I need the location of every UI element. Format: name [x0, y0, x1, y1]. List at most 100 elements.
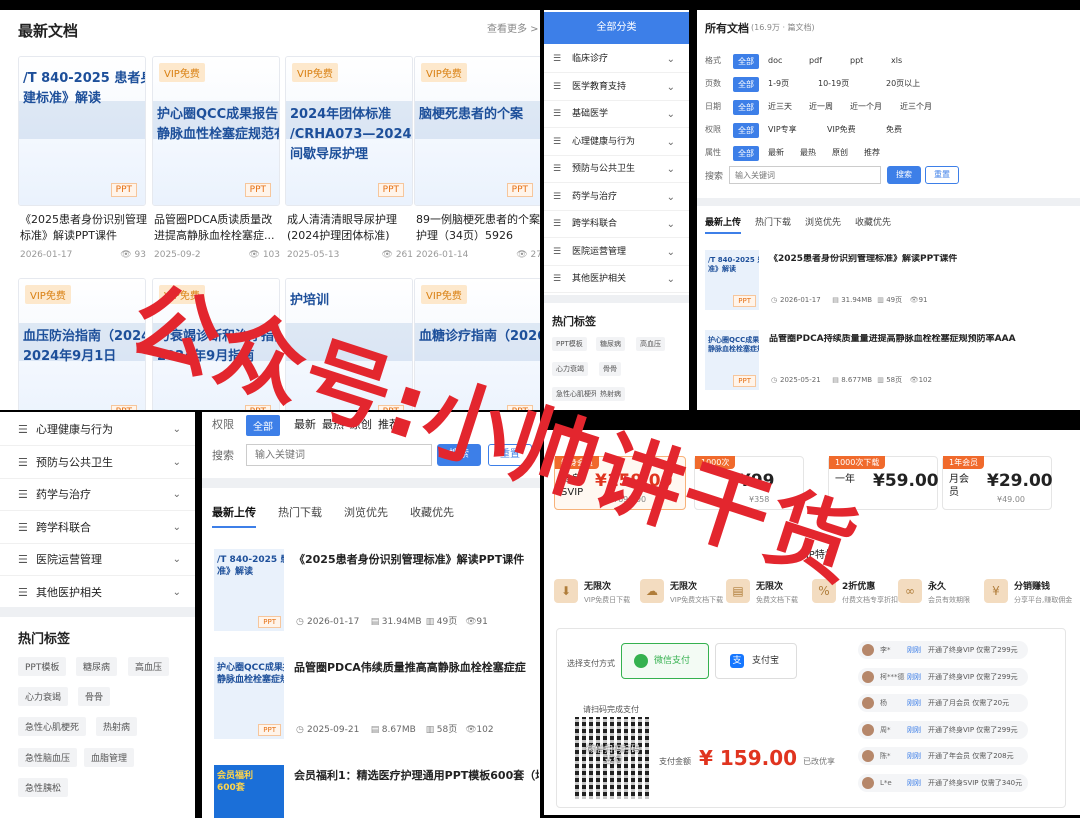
- file-size-icon: ▤: [832, 376, 839, 384]
- qr-code[interactable]: 微信扫码扫码 支付: [575, 717, 651, 799]
- doc-views: 102: [918, 376, 932, 384]
- file-size-icon: ▤: [832, 296, 839, 304]
- filter-option[interactable]: VIP专享: [768, 125, 797, 135]
- purchase-feed-item: L*e 刚刚 开通了终身SVIP 仅需了340元: [858, 773, 1028, 792]
- filter-option[interactable]: 全部: [733, 100, 759, 115]
- filter-option[interactable]: 原创: [832, 148, 848, 158]
- hot-tag[interactable]: 高血压: [636, 337, 665, 351]
- reset-button[interactable]: 重置: [925, 166, 959, 184]
- category-item[interactable]: ☰ 医院运营管理 ⌄: [544, 239, 689, 266]
- doc-card-title[interactable]: 89一例脑梗死患者的个案护理（34页）5926: [416, 212, 540, 244]
- hot-tag[interactable]: 热射病: [96, 717, 138, 736]
- category-item[interactable]: ☰ 其他医护相关 ⌄: [544, 266, 689, 293]
- doc-card[interactable]: 脑梗死患者的个案 VIP免费 PPT: [414, 56, 540, 206]
- filter-option[interactable]: 10-19页: [818, 79, 849, 89]
- category-item[interactable]: ☰ 基础医学 ⌄: [544, 101, 689, 128]
- filter-option[interactable]: xls: [891, 56, 902, 66]
- category-label: 其他医护相关: [572, 274, 627, 284]
- doc-card[interactable]: /T 840-2025 患者身 建标准》解读 PPT: [18, 56, 146, 206]
- search-button[interactable]: 搜索: [887, 166, 921, 184]
- filter-option[interactable]: 最新: [768, 148, 784, 158]
- category-item[interactable]: ☰ 医院运营管理 ⌄: [0, 544, 195, 576]
- filter-option[interactable]: 近一个月: [850, 102, 882, 112]
- category-item[interactable]: ☰ 跨学科联合 ⌄: [0, 512, 195, 544]
- hot-tag[interactable]: 血脂管理: [84, 748, 135, 767]
- category-item[interactable]: ☰ 药学与治疗 ⌄: [544, 184, 689, 211]
- tab-0[interactable]: 最新上传: [212, 504, 256, 520]
- filter-option[interactable]: doc: [768, 56, 782, 66]
- category-item[interactable]: ☰ 预防与公共卫生 ⌄: [544, 156, 689, 183]
- doc-card-title[interactable]: 成人清清清眼导尿护理(2024护理团体标准): [287, 212, 415, 244]
- doc-size: 8.677MB: [841, 376, 873, 384]
- doc-title[interactable]: 《2025患者身份识别管理标准》解读PPT课件: [294, 553, 524, 566]
- thumb-text: /T 840-2025 患者身 建标准》解读: [23, 71, 145, 106]
- filter-option[interactable]: 全部: [733, 146, 759, 161]
- filter-option[interactable]: 最热: [800, 148, 816, 158]
- category-item[interactable]: ☰ 心理健康与行为 ⌄: [544, 129, 689, 156]
- doc-card-title[interactable]: 《2025患者身份识别管理标准》解读PPT课件: [20, 212, 148, 244]
- hot-tag[interactable]: 糖尿病: [596, 337, 625, 351]
- category-item[interactable]: ☰ 跨学科联合 ⌄: [544, 211, 689, 238]
- hot-tag[interactable]: 骨骨: [78, 687, 111, 706]
- hot-tag[interactable]: 心力衰竭: [552, 362, 588, 376]
- filter-option[interactable]: pdf: [809, 56, 822, 66]
- category-item[interactable]: ☰ 药学与治疗 ⌄: [0, 479, 195, 511]
- hot-tag[interactable]: 骨骨: [599, 362, 621, 376]
- tab-2[interactable]: 浏览优先: [805, 215, 841, 228]
- hot-tag[interactable]: PPT模板: [18, 657, 67, 676]
- tab-1[interactable]: 热门下载: [278, 504, 322, 520]
- hot-tag[interactable]: 急性心肌梗死: [18, 717, 87, 736]
- doc-thumbnail[interactable]: 会员福利 600套: [214, 765, 284, 818]
- filter-option[interactable]: 近三个月: [900, 102, 932, 112]
- category-item[interactable]: ☰ 医学教育支持 ⌄: [544, 74, 689, 101]
- filter-option[interactable]: 全部: [733, 77, 759, 92]
- category-label: 预防与公共卫生: [36, 455, 113, 469]
- doc-thumbnail[interactable]: /T 840-2025 患者身 准》解读 PPT: [214, 549, 284, 631]
- filter-option[interactable]: 近一周: [809, 102, 833, 112]
- doc-thumbnail[interactable]: 护心圈QCC成果报告 静脉血栓栓塞症规范有 PPT: [214, 657, 284, 739]
- search-input[interactable]: [729, 166, 881, 184]
- doc-title[interactable]: 品管圈PDCA持续质量量进提高静脉血栓栓塞症规预防率AAA: [769, 334, 1016, 345]
- doc-card[interactable]: 护心圈QCC成果报告 静脉血性栓塞症规范有 VIP免费 PPT: [152, 56, 280, 206]
- filter-option[interactable]: ppt: [850, 56, 863, 66]
- tab-2[interactable]: 浏览优先: [344, 504, 388, 520]
- doc-title[interactable]: 《2025患者身份识别管理标准》解读PPT课件: [769, 254, 957, 265]
- tab-1[interactable]: 热门下载: [755, 215, 791, 228]
- chevron-down-icon: ⌄: [172, 554, 181, 565]
- hot-tag[interactable]: 糖尿病: [76, 657, 118, 676]
- filter-option[interactable]: VIP免费: [827, 125, 856, 135]
- category-item[interactable]: ☰ 其他医护相关 ⌄: [0, 577, 195, 609]
- hot-tag[interactable]: PPT模板: [552, 337, 587, 351]
- alipay-button[interactable]: 支 支付宝: [715, 643, 797, 679]
- doc-title[interactable]: 品管圈PDCA伟续质量推高高静脉血栓栓塞症症: [294, 661, 526, 674]
- category-item[interactable]: ☰ 预防与公共卫生 ⌄: [0, 447, 195, 479]
- category-label: 跨学科联合: [36, 520, 91, 534]
- doc-card[interactable]: 2024年团体标准 /CRHA073—2024 间歇导尿护理 VIP免费 PPT: [285, 56, 413, 206]
- hot-tag[interactable]: 高血压: [128, 657, 170, 676]
- filter-option[interactable]: 免费: [886, 125, 902, 135]
- doc-title[interactable]: 会员福利1：精选医疗护理通用PPT模板600套（均带: [294, 769, 539, 782]
- hot-tag[interactable]: 急性胰松: [18, 778, 69, 797]
- tab-0[interactable]: 最新上传: [705, 215, 741, 228]
- filter-option[interactable]: 全部: [733, 54, 759, 69]
- all-categories-header[interactable]: 全部分类: [544, 12, 689, 44]
- tab-3[interactable]: 收藏优先: [855, 215, 891, 228]
- hot-tag[interactable]: 心力衰竭: [18, 687, 69, 706]
- category-label: 医院运营管理: [36, 553, 102, 566]
- filter-option[interactable]: 20页以上: [886, 79, 920, 89]
- category-item[interactable]: ☰ 心理健康与行为 ⌄: [0, 414, 195, 446]
- alipay-label: 支付宝: [752, 656, 780, 666]
- hot-tag[interactable]: 急性脑血压: [18, 748, 78, 767]
- tab-3[interactable]: 收藏优先: [410, 504, 454, 520]
- filter-option[interactable]: 近三天: [768, 102, 792, 112]
- filter-option[interactable]: 1-9页: [768, 79, 789, 89]
- category-item[interactable]: ☰ 临床诊疗 ⌄: [544, 46, 689, 73]
- filter-option[interactable]: 推荐: [864, 148, 880, 158]
- wechat-pay-button[interactable]: 微信支付: [621, 643, 709, 679]
- doc-card-title[interactable]: 品管圈PDCA质读质量改进提高静脉血栓栓塞症...: [154, 212, 282, 244]
- doc-thumbnail[interactable]: 护心圈QCC成果报告 静脉血栓栓塞症规范有 PPT: [705, 330, 759, 390]
- vip-plan-card[interactable]: 1年会员 月会员 ¥29.00 ¥49.00: [942, 456, 1053, 510]
- view-more-link[interactable]: 查看更多 >: [487, 24, 539, 36]
- filter-option[interactable]: 全部: [733, 123, 759, 138]
- doc-thumbnail[interactable]: /T 840-2025 患者 准》解读 PPT: [705, 250, 759, 310]
